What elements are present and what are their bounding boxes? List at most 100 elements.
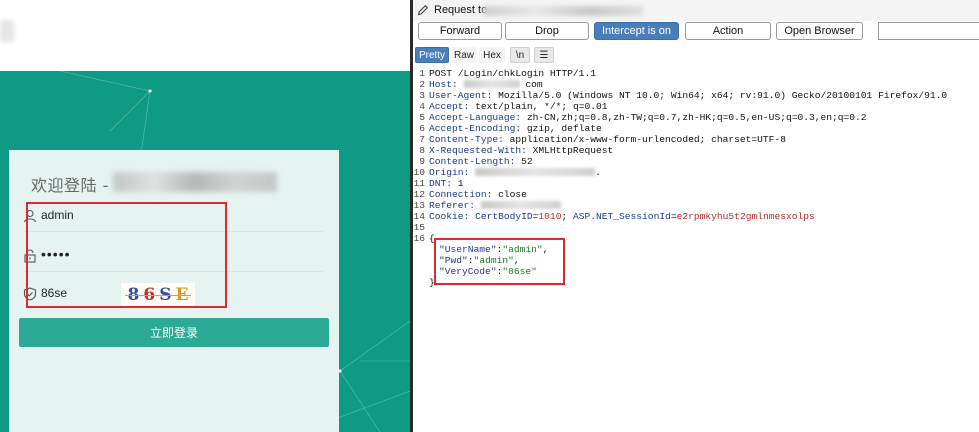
header-key: Cookie: [429,211,470,222]
header-key: Accept: [429,101,470,112]
request-to-label: Request to [434,4,488,16]
pencil-icon [417,4,429,16]
header-line: Accept: text/plain, */*; q=0.01 [429,101,608,112]
header-line: Content-Type: application/x-www-form-url… [429,134,786,145]
code-line: 7 Content-Type: application/x-www-form-u… [413,134,973,145]
intercept-toggle-button[interactable]: Intercept is on [594,22,679,40]
header-key: Accept-Encoding: [429,123,522,134]
cookie-name: ASP.NET_SessionId [572,211,671,222]
cookie-name: CertBodyID [475,211,533,222]
tab-hex[interactable]: Hex [479,47,505,63]
highlight-box-login-fields [26,202,227,308]
blurred-referer [480,201,561,210]
header-value: com [525,79,543,90]
code-line: 1 POST /Login/chkLogin HTTP/1.1 [413,68,973,79]
code-line: 11 DNT: 1 [413,178,973,189]
newline-toggle-button[interactable]: \n [510,47,530,63]
header-key: User-Agent: [429,90,493,101]
intercept-toolbar: Forward Drop Intercept is on Action Open… [413,21,979,43]
line-number: 5 [419,112,425,123]
line-number: 13 [413,200,425,211]
line-number: 6 [419,123,425,134]
code-line: 13 Referer: [413,200,973,211]
line-number: 12 [413,189,425,200]
tab-raw[interactable]: Raw [451,47,477,63]
header-line: X-Requested-With: XMLHttpRequest [429,145,613,156]
header-line: Accept-Language: zh-CN,zh;q=0.8,zh-TW;q=… [429,112,867,123]
search-input[interactable] [878,22,979,40]
blurred-origin [475,168,596,177]
code-line: 12 Connection: close [413,189,973,200]
header-value: text/plain, */*; q=0.01 [469,101,608,112]
cookie-value: e2rpmkyhu5t2gmlnmesxolps [676,211,815,222]
request-header: Request to [413,0,979,21]
header-value: 52 [515,156,533,167]
forward-button[interactable]: Forward [418,22,502,40]
header-key: Referer: [429,200,476,211]
login-title: 欢迎登陆 - [31,176,109,195]
line-number: 15 [413,222,425,233]
code-line: 15 [413,222,973,233]
header-value: . [595,167,601,178]
highlight-box-json-body [434,238,565,285]
tab-pretty[interactable]: Pretty [415,47,449,63]
line-number: 2 [419,79,425,90]
header-line: Referer: [429,200,561,211]
login-button[interactable]: 立即登录 [19,318,329,347]
header-value: application/x-www-form-urlencoded; chars… [503,134,786,145]
header-line: Accept-Encoding: gzip, deflate [429,123,602,134]
header-line: Host: com [429,79,543,90]
line-number: 4 [419,101,425,112]
code-line: 10 Origin: . [413,167,973,178]
header-value: zh-CN,zh;q=0.8,zh-TW;q=0.7,zh-HK;q=0.5,e… [521,112,867,123]
cookie-value: 1010 [538,211,562,222]
header-key: Content-Type: [429,134,504,145]
header-key: Accept-Language: [429,112,522,123]
line-number: 9 [419,156,425,167]
header-value: XMLHttpRequest [526,145,614,156]
line-number: 1 [419,68,425,79]
header-line: User-Agent: Mozilla/5.0 (Windows NT 10.0… [429,90,947,101]
view-tabs: Pretty Raw Hex \n ☰ [413,46,979,66]
header-value: Mozilla/5.0 (Windows NT 10.0; Win64; x64… [492,90,948,101]
header-key: X-Requested-With: [429,145,527,156]
request-line: POST /Login/chkLogin HTTP/1.1 [429,68,596,79]
header-key: Content-Length: [429,156,516,167]
code-line: 4 Accept: text/plain, */*; q=0.01 [413,101,973,112]
code-line: 8 X-Requested-With: XMLHttpRequest [413,145,973,156]
header-key: Host: [429,79,458,90]
header-line: DNT: 1 [429,178,464,189]
code-line: 5 Accept-Language: zh-CN,zh;q=0.8,zh-TW;… [413,112,973,123]
blurred-host [463,80,520,89]
line-number: 16 [413,233,425,244]
blurred-request-host [483,6,643,16]
header-key: DNT: [429,178,453,189]
line-number: 14 [413,211,425,222]
open-browser-button[interactable]: Open Browser [776,22,863,40]
burp-intercept-panel: Request to Forward Drop Intercept is on … [413,0,979,432]
blurred-site-name [113,172,277,192]
code-line: 3 User-Agent: Mozilla/5.0 (Windows NT 10… [413,90,973,101]
code-line: 14 Cookie: CertBodyID=1010; ASP.NET_Sess… [413,211,973,222]
header-line: Origin: . [429,167,601,178]
code-line: 9 Content-Length: 52 [413,156,973,167]
header-key: Connection: [429,189,493,200]
blurred-logo [0,20,14,42]
header-value: 1 [452,178,464,189]
menu-icon[interactable]: ☰ [534,47,554,63]
header-line: Cookie: CertBodyID=1010; ASP.NET_Session… [429,211,815,222]
action-button[interactable]: Action [685,22,771,40]
header-key: Origin: [429,167,470,178]
line-number: 8 [419,145,425,156]
line-number: 3 [419,90,425,101]
header-value: close [492,189,527,200]
line-number: 7 [419,134,425,145]
drop-button[interactable]: Drop [505,22,589,40]
line-number: 10 [413,167,425,178]
header-line: Content-Length: 52 [429,156,533,167]
code-line: 2 Host: com [413,79,973,90]
header-line: Connection: close [429,189,527,200]
login-page: 欢迎登陆 - admin ••••• 86se 8 6 S E 立即登录 [0,0,410,432]
code-line: 6 Accept-Encoding: gzip, deflate [413,123,973,134]
line-number: 11 [413,178,425,189]
